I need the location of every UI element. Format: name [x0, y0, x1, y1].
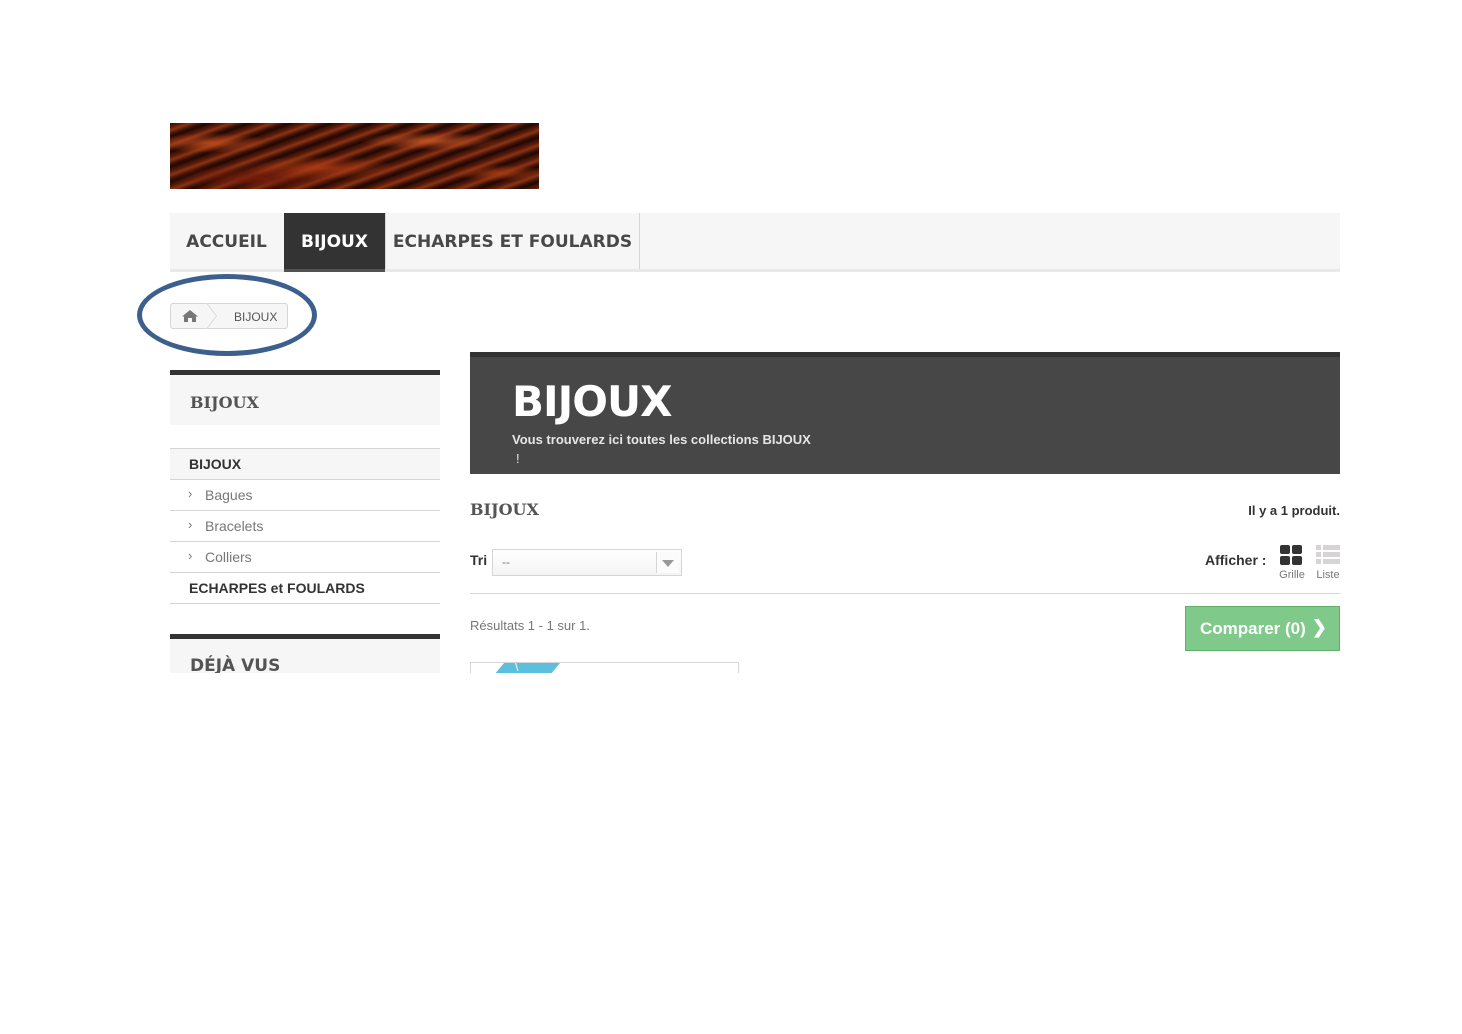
category-bijoux[interactable]: BIJOUX	[170, 448, 440, 480]
sort-label: Tri	[470, 552, 488, 568]
list-icon	[1316, 545, 1321, 550]
category-hero: BIJOUX Vous trouverez ici toutes les col…	[470, 352, 1340, 474]
chevron-down-icon[interactable]	[656, 552, 679, 573]
shop-logo-banner[interactable]	[170, 123, 539, 189]
menu-item-bijoux[interactable]: BIJOUX	[284, 213, 385, 272]
results-summary: Résultats 1 - 1 sur 1.	[470, 618, 590, 633]
category-label: Bracelets	[205, 518, 264, 534]
sort-select[interactable]: --	[492, 549, 682, 576]
viewed-title: DÉJÀ VUS	[190, 656, 281, 673]
top-menu: ACCUEIL BIJOUX ECHARPES ET FOULARDS	[170, 213, 1340, 272]
categories-title: BIJOUX	[190, 393, 259, 412]
product-count: Il y a 1 produit.	[1248, 503, 1340, 518]
category-label: ECHARPES et FOULARDS	[189, 580, 365, 596]
compare-button[interactable]: Comparer (0) ❯	[1185, 606, 1340, 651]
category-label: Bagues	[205, 487, 253, 503]
category-label: Colliers	[205, 549, 252, 565]
category-echarpes[interactable]: ECHARPES et FOULARDS	[170, 573, 440, 604]
grid-icon	[1292, 556, 1302, 565]
list-view-button[interactable]: Liste	[1314, 545, 1342, 585]
compare-label: Comparer (0)	[1200, 619, 1306, 638]
badge-icon: \	[515, 662, 519, 673]
hero-description: Vous trouverez ici toutes les collection…	[512, 432, 811, 447]
menu-item-accueil[interactable]: ACCUEIL	[170, 213, 283, 269]
chevron-right-icon: ❯	[1311, 617, 1327, 637]
sort-select-value: --	[502, 555, 510, 569]
divider	[470, 593, 1340, 594]
list-icon	[1316, 559, 1321, 564]
menu-divider	[639, 213, 640, 269]
annotation-ellipse	[137, 274, 317, 356]
grid-icon	[1280, 545, 1290, 554]
chevron-right-icon: ›	[188, 548, 193, 563]
list-icon	[1316, 552, 1321, 557]
grid-icon	[1292, 545, 1302, 554]
menu-item-echarpes[interactable]: ECHARPES ET FOULARDS	[386, 213, 639, 269]
hero-title: BIJOUX	[512, 377, 672, 426]
list-icon	[1323, 559, 1340, 564]
grid-icon	[1280, 556, 1290, 565]
view-label: Afficher :	[1205, 552, 1267, 568]
category-colliers[interactable]: › Colliers	[170, 542, 440, 573]
category-bracelets[interactable]: › Bracelets	[170, 511, 440, 542]
chevron-right-icon: ›	[188, 517, 193, 532]
categories-block-title: BIJOUX	[170, 370, 440, 425]
grid-view-label: Grille	[1279, 569, 1305, 581]
product-badge	[490, 663, 564, 673]
chevron-right-icon: ›	[188, 486, 193, 501]
category-heading: BIJOUX	[470, 500, 539, 519]
hero-description-extra: !	[516, 451, 520, 466]
grid-view-button[interactable]: Grille	[1279, 545, 1305, 585]
category-bagues[interactable]: › Bagues	[170, 480, 440, 511]
category-label: BIJOUX	[189, 456, 242, 472]
list-view-label: Liste	[1316, 569, 1340, 581]
viewed-block-title: DÉJÀ VUS	[170, 634, 440, 673]
product-card[interactable]: \	[470, 662, 739, 673]
list-icon	[1323, 545, 1340, 550]
list-icon	[1323, 552, 1340, 557]
